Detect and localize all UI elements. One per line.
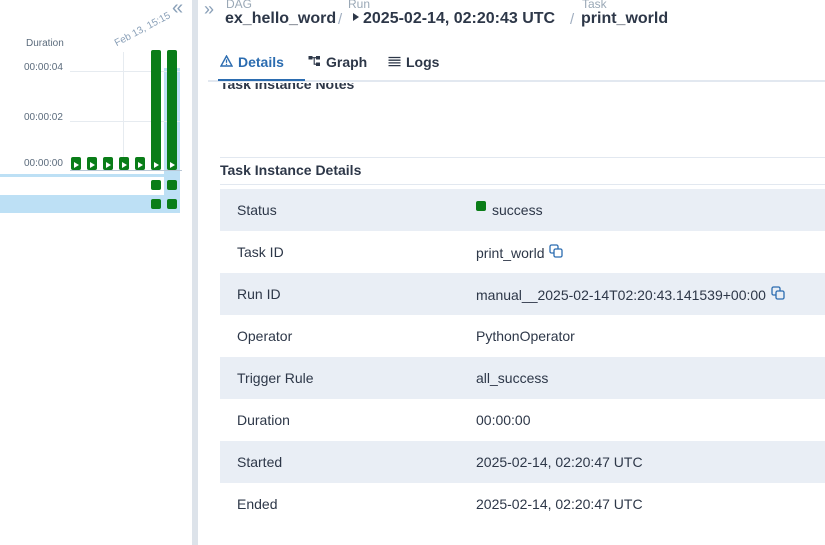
tab-details[interactable]: Details — [219, 44, 284, 80]
play-icon — [90, 162, 95, 168]
details-table: Status success Task ID print_world Run I… — [220, 189, 825, 525]
tab-label: Logs — [406, 54, 440, 70]
play-icon — [74, 162, 79, 168]
tab-label: Graph — [326, 54, 368, 70]
details-value: manual__2025-02-14T02:20:43.141539+00:00 — [476, 286, 785, 303]
duration-axis-line — [70, 170, 182, 171]
details-value: 2025-02-14, 02:20:47 UTC — [476, 454, 643, 470]
tab-bar: Details Graph Logs — [208, 44, 825, 82]
task-id-text: print_world — [476, 244, 545, 261]
duration-tick: 00:00:00 — [24, 158, 63, 169]
play-icon — [154, 162, 159, 168]
details-label: Ended — [237, 496, 278, 512]
details-value: 00:00:00 — [476, 412, 531, 428]
tab-graph[interactable]: Graph — [308, 44, 367, 80]
task-row-selected[interactable] — [0, 195, 180, 213]
play-icon — [138, 162, 143, 168]
details-row-task-id: Task ID print_world — [220, 231, 825, 273]
details-section-header: Task Instance Details — [220, 157, 825, 185]
details-label: Status — [237, 202, 277, 218]
details-row-run-id: Run ID manual__2025-02-14T02:20:43.14153… — [220, 273, 825, 315]
details-label: Task ID — [237, 244, 284, 260]
gridline — [70, 71, 180, 72]
collapse-grid-icon[interactable]: « — [172, 0, 190, 18]
details-label: Duration — [237, 412, 290, 428]
tab-logs[interactable]: Logs — [388, 44, 439, 80]
graph-icon — [308, 54, 321, 70]
duration-tick: 00:00:04 — [24, 62, 63, 73]
grid-pane: « Duration Feb 13, 15:15 00:00:04 00:00:… — [0, 0, 192, 545]
details-label: Run ID — [237, 286, 281, 302]
details-value: PythonOperator — [476, 328, 575, 344]
active-tab-indicator — [218, 79, 305, 81]
duration-axis-label: Duration — [26, 38, 64, 49]
task-instance-success-selected[interactable] — [167, 199, 177, 209]
duration-tick: 00:00:02 — [24, 112, 63, 123]
details-value: success — [476, 201, 543, 218]
breadcrumb-separator: / — [570, 11, 575, 28]
duration-bar[interactable] — [151, 50, 161, 170]
task-row[interactable] — [0, 174, 180, 192]
details-pane: » DAG ex_hello_word / Run 2025-02-14, 02… — [198, 0, 825, 545]
duration-bar[interactable] — [167, 50, 177, 170]
task-instance-success[interactable] — [151, 199, 161, 209]
duration-bar[interactable] — [87, 157, 97, 170]
copy-icon[interactable] — [771, 286, 785, 303]
play-icon — [353, 13, 359, 21]
details-label: Started — [237, 454, 283, 470]
breadcrumb-task-link[interactable]: print_world — [581, 10, 668, 28]
tab-label: Details — [238, 54, 284, 70]
details-row-started: Started 2025-02-14, 02:20:47 UTC — [220, 441, 825, 483]
status-success-icon — [476, 201, 486, 211]
details-row-ended: Ended 2025-02-14, 02:20:47 UTC — [220, 483, 825, 525]
status-text: success — [492, 202, 543, 218]
breadcrumb-separator: / — [338, 11, 343, 28]
gridline-vertical — [123, 52, 124, 170]
breadcrumb-dag-link[interactable]: ex_hello_word — [225, 10, 336, 28]
details-value: all_success — [476, 370, 549, 386]
run-date-label: Feb 13, 15:15 — [112, 10, 173, 50]
duration-bar[interactable] — [119, 157, 129, 170]
details-title: Task Instance Details — [220, 162, 362, 178]
duration-bar[interactable] — [135, 157, 145, 170]
task-row-highlight — [0, 174, 180, 177]
expand-grid-icon[interactable]: » — [204, 0, 214, 18]
details-value: print_world — [476, 244, 564, 261]
duration-bar[interactable] — [71, 157, 81, 170]
warning-triangle-icon — [219, 54, 234, 70]
list-icon — [388, 54, 401, 70]
details-label: Trigger Rule — [237, 370, 314, 386]
play-icon — [170, 162, 175, 168]
task-instance-success[interactable] — [167, 180, 177, 190]
details-value: 2025-02-14, 02:20:47 UTC — [476, 496, 643, 512]
play-icon — [106, 162, 111, 168]
breadcrumb-run-link[interactable]: 2025-02-14, 02:20:43 UTC — [363, 10, 555, 28]
details-row-status: Status success — [220, 189, 825, 231]
details-row-trigger-rule: Trigger Rule all_success — [220, 357, 825, 399]
duration-bar[interactable] — [103, 157, 113, 170]
copy-icon[interactable] — [549, 244, 564, 261]
gridline — [70, 121, 180, 122]
notes-heading: Task Instance Notes — [220, 83, 355, 91]
run-id-text: manual__2025-02-14T02:20:43.141539+00:00 — [476, 286, 766, 303]
play-icon — [122, 162, 127, 168]
task-instance-success[interactable] — [151, 180, 161, 190]
details-row-duration: Duration 00:00:00 — [220, 399, 825, 441]
details-row-operator: Operator PythonOperator — [220, 315, 825, 357]
details-label: Operator — [237, 328, 293, 344]
